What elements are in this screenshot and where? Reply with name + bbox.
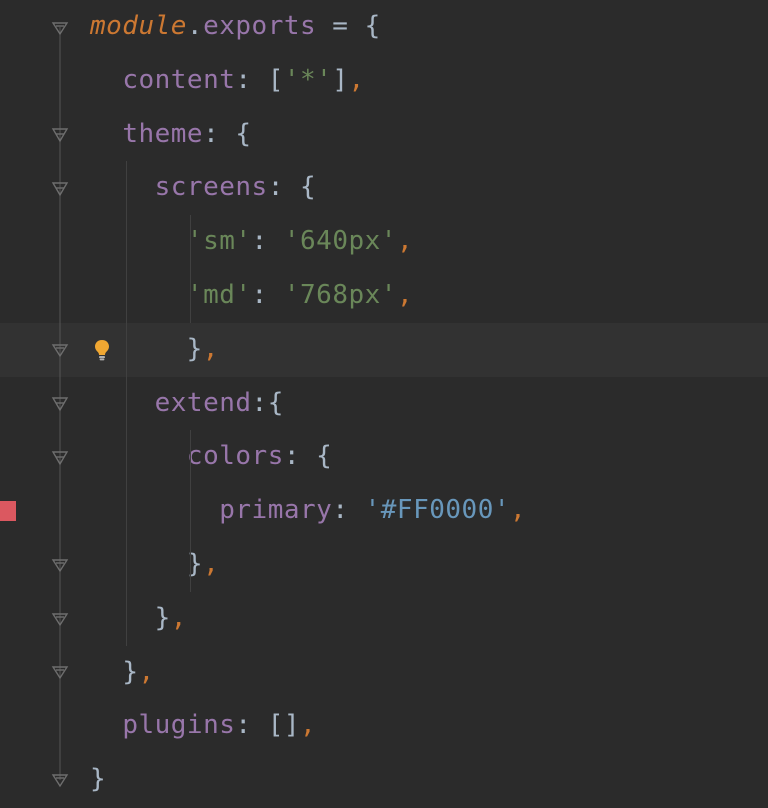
fold-close-icon[interactable] [51, 556, 69, 574]
code-line[interactable]: module.exports = { [0, 0, 768, 54]
code-text: 'sm': '640px', [90, 215, 413, 269]
code-line-active[interactable]: }, [0, 323, 768, 377]
code-line[interactable]: plugins: [], [0, 699, 768, 753]
code-line[interactable]: } [0, 753, 768, 807]
code-text: }, [90, 323, 219, 377]
fold-close-icon[interactable] [51, 663, 69, 681]
code-line[interactable]: }, [0, 538, 768, 592]
code-line[interactable]: 'sm': '640px', [0, 215, 768, 269]
code-text: plugins: [], [90, 699, 316, 753]
fold-minus-icon[interactable] [51, 179, 69, 197]
code-text: content: ['*'], [90, 54, 365, 108]
gutter [0, 269, 90, 323]
gutter [0, 430, 90, 484]
code-line[interactable]: screens: { [0, 161, 768, 215]
code-editor[interactable]: module.exports = { content: ['*'], theme… [0, 0, 768, 808]
code-text: colors: { [90, 430, 332, 484]
gutter [0, 108, 90, 162]
gutter [0, 215, 90, 269]
code-text: } [90, 753, 106, 807]
code-line[interactable]: colors: { [0, 430, 768, 484]
breakpoint-marker[interactable] [0, 501, 16, 521]
code-text: }, [90, 592, 187, 646]
fold-minus-icon[interactable] [51, 18, 69, 36]
gutter [0, 592, 90, 646]
code-text: 'md': '768px', [90, 269, 413, 323]
code-line[interactable]: 'md': '768px', [0, 269, 768, 323]
gutter [0, 161, 90, 215]
fold-minus-icon[interactable] [51, 125, 69, 143]
code-text: theme: { [90, 108, 252, 162]
gutter [0, 753, 90, 807]
code-line[interactable]: extend:{ [0, 377, 768, 431]
code-line[interactable]: theme: { [0, 108, 768, 162]
fold-close-icon[interactable] [51, 341, 69, 359]
code-line[interactable]: }, [0, 592, 768, 646]
fold-minus-icon[interactable] [51, 394, 69, 412]
gutter [0, 377, 90, 431]
code-line[interactable]: content: ['*'], [0, 54, 768, 108]
gutter [0, 54, 90, 108]
fold-close-icon[interactable] [51, 610, 69, 628]
fold-minus-icon[interactable] [51, 448, 69, 466]
code-text: screens: { [90, 161, 316, 215]
code-text: extend:{ [90, 377, 284, 431]
code-text: }, [90, 646, 155, 700]
gutter [0, 323, 90, 377]
gutter [0, 699, 90, 753]
code-text: module.exports = { [90, 0, 381, 54]
code-line[interactable]: }, [0, 646, 768, 700]
gutter [0, 646, 90, 700]
code-text: primary: '#FF0000', [90, 484, 526, 538]
gutter [0, 0, 90, 54]
gutter [0, 538, 90, 592]
code-line[interactable]: primary: '#FF0000', [0, 484, 768, 538]
gutter [0, 484, 90, 538]
fold-close-icon[interactable] [51, 771, 69, 789]
code-text: }, [90, 538, 219, 592]
